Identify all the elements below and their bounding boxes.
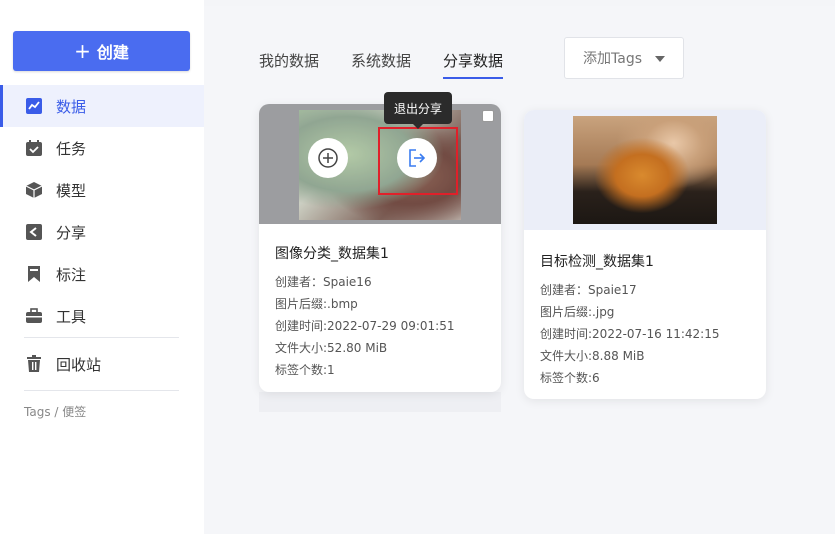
sidebar-item-label: 任务 — [56, 139, 87, 158]
sidebar-item-label: 回收站 — [56, 355, 102, 374]
sidebar-item-label: 模型 — [56, 181, 87, 200]
toolbox-icon — [24, 306, 44, 326]
dataset-preview-image — [573, 116, 717, 224]
highlight-box — [378, 127, 458, 195]
cube-icon — [24, 180, 44, 200]
tags-select[interactable]: 添加Tags — [564, 37, 684, 79]
create-button[interactable]: + 创建 — [13, 31, 190, 71]
caret-down-icon — [655, 56, 665, 62]
card-shadow — [259, 392, 501, 412]
plus-icon: + — [74, 39, 91, 63]
sidebar-item-data[interactable]: 数据 — [0, 85, 204, 127]
tags-notes-link[interactable]: Tags / 便签 — [24, 403, 86, 420]
card-tag-count: 标签个数:6 — [540, 371, 600, 385]
card-creator: 创建者：Spaie16 — [275, 275, 372, 289]
sidebar-item-models[interactable]: 模型 — [0, 169, 204, 211]
sidebar-item-label: 工具 — [56, 307, 87, 326]
card-tag-count: 标签个数:1 — [275, 363, 335, 377]
card-title: 目标检测_数据集1 — [540, 254, 654, 270]
card-body: 目标检测_数据集1 创建者：Spaie17 图片后缀:.jpg 创建时间:202… — [540, 251, 720, 389]
sidebar-item-tools[interactable]: 工具 — [0, 295, 204, 337]
sidebar-item-label: 标注 — [56, 265, 87, 284]
card-created-time: 创建时间:2022-07-29 09:01:51 — [275, 319, 455, 333]
card-suffix: 图片后缀:.jpg — [540, 305, 615, 319]
sidebar-divider — [24, 337, 179, 338]
tab-system-data[interactable]: 系统数据 — [351, 50, 411, 79]
dataset-card[interactable]: 图像分类_数据集1 创建者：Spaie16 图片后缀:.bmp 创建时间:202… — [259, 104, 501, 392]
card-body: 图像分类_数据集1 创建者：Spaie16 图片后缀:.bmp 创建时间:202… — [275, 243, 455, 381]
chart-icon — [24, 96, 44, 116]
calendar-check-icon — [24, 138, 44, 158]
sidebar-item-label: 分享 — [56, 223, 87, 242]
tab-my-data[interactable]: 我的数据 — [259, 50, 319, 79]
dataset-card[interactable]: 目标检测_数据集1 创建者：Spaie17 图片后缀:.jpg 创建时间:202… — [524, 110, 766, 399]
trash-icon — [24, 354, 44, 374]
create-button-label: 创建 — [96, 43, 129, 62]
sidebar-divider — [24, 390, 179, 391]
sidebar-item-annotate[interactable]: 标注 — [0, 253, 204, 295]
select-checkbox[interactable] — [482, 110, 494, 122]
bookmark-icon — [24, 264, 44, 284]
sidebar-item-recycle-bin[interactable]: 回收站 — [0, 343, 204, 385]
sidebar-item-label: 数据 — [56, 97, 87, 116]
tooltip-exit-share: 退出分享 — [384, 92, 452, 129]
card-created-time: 创建时间:2022-07-16 11:42:15 — [540, 327, 720, 341]
sidebar-item-share[interactable]: 分享 — [0, 211, 204, 253]
main-content: 我的数据 系统数据 分享数据 添加Tags 图像分类_数据集1 创建者：Spai… — [204, 6, 835, 534]
add-button[interactable] — [308, 138, 348, 178]
card-thumbnail — [524, 110, 766, 230]
sidebar-item-tasks[interactable]: 任务 — [0, 127, 204, 169]
tags-select-placeholder: 添加Tags — [583, 51, 642, 67]
share-icon — [24, 222, 44, 242]
card-title: 图像分类_数据集1 — [275, 246, 389, 262]
card-creator: 创建者：Spaie17 — [540, 283, 637, 297]
card-thumbnail — [259, 104, 501, 224]
tab-shared-data[interactable]: 分享数据 — [443, 50, 504, 79]
add-circle-icon — [318, 148, 338, 168]
sidebar: + 创建 数据 任务 模型 分享 标注 工具 回收站 Tags / 便签 — [0, 0, 204, 534]
card-suffix: 图片后缀:.bmp — [275, 297, 358, 311]
tab-bar: 我的数据 系统数据 分享数据 — [259, 50, 504, 79]
card-file-size: 文件大小:8.88 MiB — [540, 349, 645, 363]
card-file-size: 文件大小:52.80 MiB — [275, 341, 388, 355]
